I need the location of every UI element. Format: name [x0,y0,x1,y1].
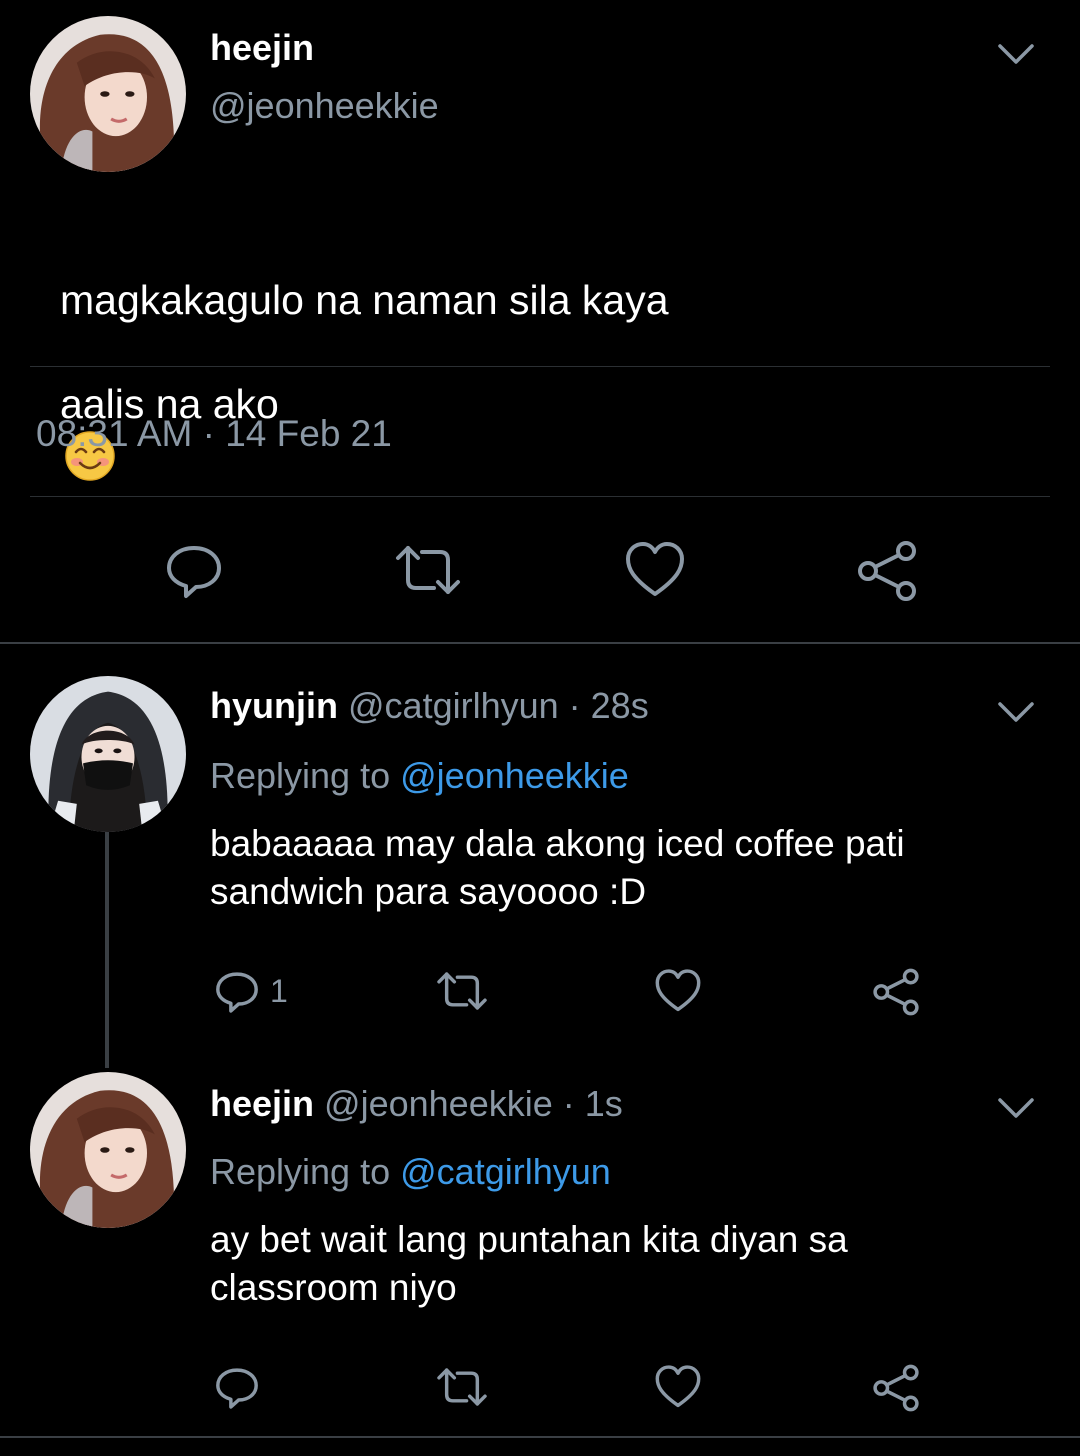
divider [30,496,1050,497]
divider [30,366,1050,367]
replying-label: Replying to [210,755,391,796]
replying-mention[interactable]: @catgirlhyun [400,1151,611,1192]
replying-label: Replying to [210,1151,391,1192]
replying-to: Replying to @jeonheekkie [210,752,629,800]
reply-header: hyunjin @catgirlhyun · 28s [210,682,649,730]
author-name[interactable]: heejin [210,24,314,72]
tweet-text-line1: magkakagulo na naman sila kaya [60,277,669,323]
reply-text-line2: classroom niyo [210,1267,457,1308]
retweet-icon [437,1368,487,1406]
author-handle[interactable]: @jeonheekkie [210,82,439,130]
like-button[interactable] [654,968,702,1014]
chevron-down-icon[interactable] [996,1094,1036,1122]
reply-text-line2: sandwich para sayoooo :D [210,871,647,912]
share-button[interactable] [872,1364,920,1412]
section-divider [0,1436,1080,1438]
retweet-icon [437,972,487,1010]
like-button[interactable] [654,1364,702,1410]
avatar-heejin[interactable] [30,1072,186,1228]
section-divider [0,642,1080,644]
retweet-icon [396,546,460,594]
reply-icon [167,546,221,598]
reply-text: ay bet wait lang puntahan kita diyan sa … [210,1216,1040,1312]
tweet-timestamp: 08:31 AM · 14 Feb 21 [36,413,392,454]
replying-mention[interactable]: @jeonheekkie [400,755,629,796]
reply-button[interactable]: 1 [214,968,288,1014]
replying-to: Replying to @catgirlhyun [210,1148,611,1196]
reply-text-line1: ay bet wait lang puntahan kita diyan sa [210,1219,848,1260]
share-button[interactable] [872,968,920,1016]
reply-icon [216,1368,258,1409]
reply-text: babaaaaa may dala akong iced coffee pati… [210,820,1040,916]
thread-line [105,832,109,1068]
reply-button[interactable] [214,1364,260,1410]
reply-icon [216,972,258,1013]
share-button[interactable] [856,540,918,602]
reply-author-name[interactable]: hyunjin [210,685,338,726]
heart-icon [626,542,684,596]
like-button[interactable] [624,540,686,600]
reply-author-handle[interactable]: @jeonheekkie [324,1083,553,1124]
share-icon [873,1364,919,1412]
heart-icon [655,969,701,1012]
reply-author-handle[interactable]: @catgirlhyun [348,685,559,726]
reply-author-name[interactable]: heejin [210,1083,314,1124]
reply-count: 1 [270,973,288,1009]
reply-header: heejin @jeonheekkie · 1s [210,1080,623,1128]
heart-icon [655,1365,701,1408]
avatar-heejin[interactable] [30,16,186,172]
retweet-button[interactable] [392,540,464,600]
avatar-hyunjin[interactable] [30,676,186,832]
share-icon [873,968,919,1016]
retweet-button[interactable] [434,1364,490,1410]
reply-time: · 28s [568,685,649,726]
reply-button[interactable] [164,540,224,600]
reply-text-line1: babaaaaa may dala akong iced coffee pati [210,823,905,864]
chevron-down-icon[interactable] [996,40,1036,68]
share-icon [858,541,916,601]
chevron-down-icon[interactable] [996,698,1036,726]
reply-time: · 1s [562,1083,623,1124]
retweet-button[interactable] [434,968,490,1014]
